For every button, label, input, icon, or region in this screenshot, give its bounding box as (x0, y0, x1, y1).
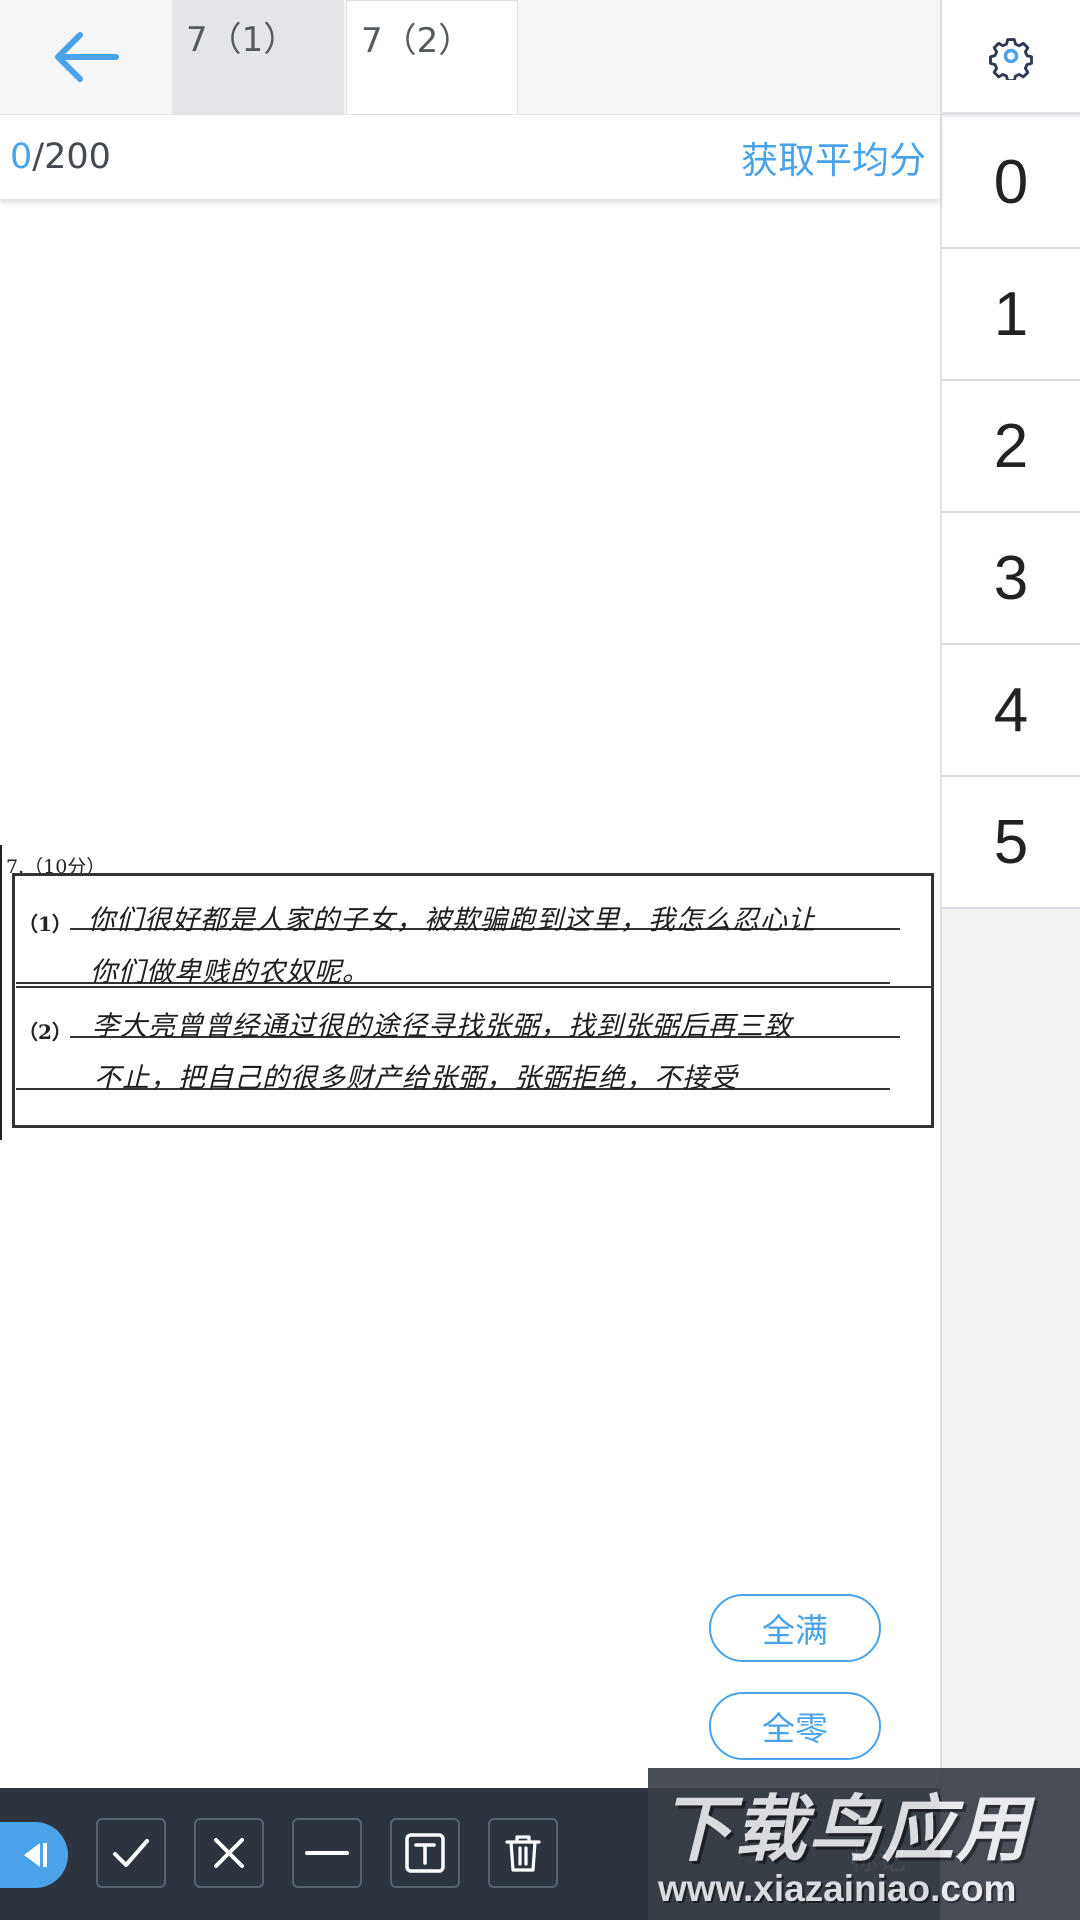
top-bar: 7（1） 7（2） (0, 0, 940, 115)
score-option-2[interactable]: 2 (942, 381, 1080, 513)
full-marks-button[interactable]: 全满 (709, 1594, 881, 1662)
score-option-1[interactable]: 1 (942, 249, 1080, 381)
text-box-icon (405, 1833, 445, 1873)
current-score: 0 (10, 137, 33, 177)
line-icon (305, 1851, 349, 1855)
answer-number: （1） (18, 912, 72, 936)
tool-delete-button[interactable] (488, 1818, 558, 1888)
score-option-4[interactable]: 4 (942, 645, 1080, 777)
collapse-left-icon (24, 1843, 47, 1867)
tab-question-7-1[interactable]: 7（1） (172, 0, 344, 115)
answer-number: （2） (18, 1020, 72, 1044)
score-bar: 0/200 获取平均分 (0, 115, 940, 199)
watermark-title: 下载鸟应用 (660, 1787, 1031, 1871)
check-icon (113, 1839, 149, 1867)
score-progress: 0/200 (10, 137, 111, 177)
answer-text: 李大亮曾曾经通过很的途径寻找张弼，找到张弼后再三致 (92, 1011, 792, 1042)
get-average-score-button[interactable]: 获取平均分 (741, 130, 926, 184)
tool-text-button[interactable] (390, 1818, 460, 1888)
score-option-3[interactable]: 3 (942, 513, 1080, 645)
score-panel: 0 1 2 3 4 5 (940, 0, 1080, 1920)
watermark-url: www.xiazainiao.com (658, 1868, 1017, 1909)
tab-question-7-2[interactable]: 7（2） (346, 0, 518, 115)
marking-screen: 7（1） 7（2） 0/200 获取平均分 7.（10分） （1） 你们很好都是… (0, 0, 1080, 1920)
arrow-left-icon (55, 32, 119, 82)
answer-text: 你们很好都是人家的子女，被欺骗跑到这里，我怎么忍心让 (88, 905, 816, 936)
gear-icon (989, 38, 1033, 80)
score-option-5[interactable]: 5 (942, 777, 1080, 909)
scan-edge (0, 845, 2, 1140)
watermark-logo: 下载鸟应用 www.xiazainiao.com (648, 1768, 1080, 1920)
tool-check-button[interactable] (96, 1818, 166, 1888)
score-option-0[interactable]: 0 (942, 117, 1080, 249)
answer-text: 你们做卑贱的农奴呢。 (90, 957, 370, 988)
settings-button[interactable] (942, 0, 1080, 115)
total-score: /200 (32, 137, 111, 177)
tool-cross-button[interactable] (194, 1818, 264, 1888)
trash-icon (505, 1835, 541, 1872)
collapse-toolbar-button[interactable] (0, 1822, 68, 1888)
back-button[interactable] (40, 22, 130, 92)
answer-text: 不止，把自己的很多财产给张弼，张弼拒绝，不接受 (94, 1063, 738, 1094)
zero-marks-button[interactable]: 全零 (709, 1692, 881, 1760)
cross-icon (214, 1838, 244, 1868)
tool-line-button[interactable] (292, 1818, 362, 1888)
